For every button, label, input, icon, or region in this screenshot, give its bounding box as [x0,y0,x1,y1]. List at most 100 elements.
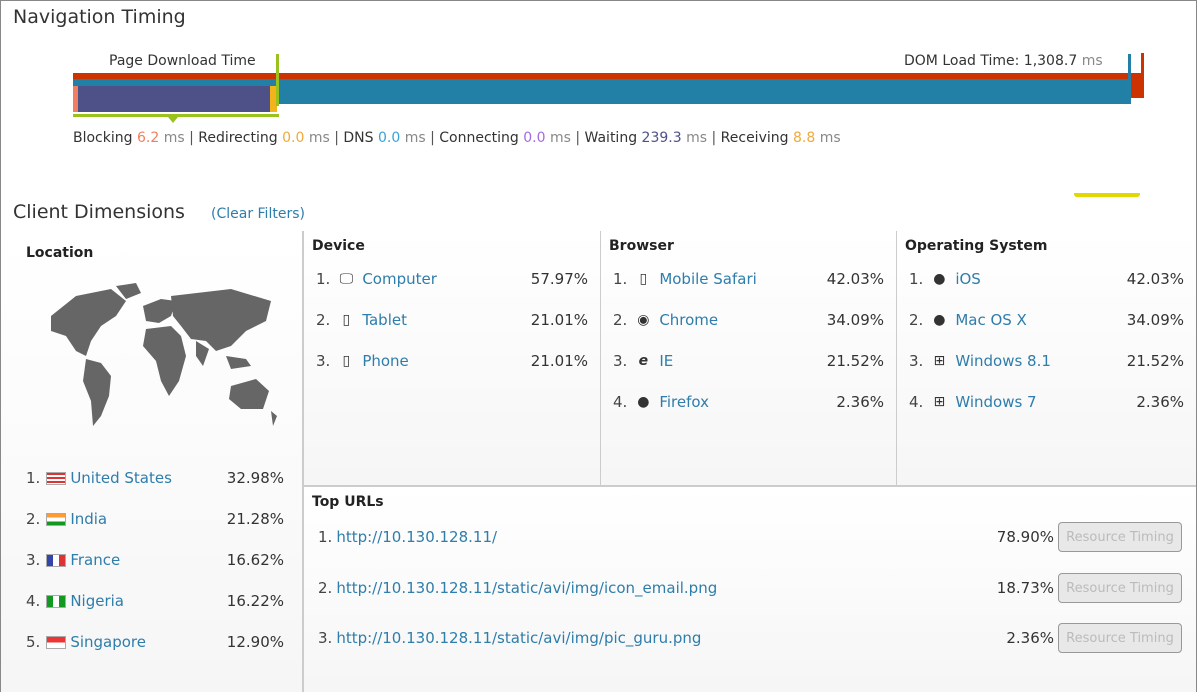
rank: 1. [318,528,333,546]
phase-label: Receiving [720,130,789,146]
top-urls-title: Top URLs [312,494,384,510]
percentage: 57.97% [530,270,588,288]
list-item[interactable]: 3. e IE 21.52% [613,350,884,372]
percentage: 16.62% [226,551,284,569]
percentage: 18.73% [996,579,1054,597]
list-item[interactable]: 2. ● Mac OS X 34.09% [909,309,1184,331]
list-item[interactable]: 4. ● Firefox 2.36% [613,391,884,413]
rank: 3. [318,629,333,647]
chrome-icon: ◉ [637,312,650,328]
dom-marker-red [1141,53,1144,98]
percentage: 16.22% [226,592,284,610]
timing-breakdown: Blocking 6.2 ms | Redirecting 0.0 ms | D… [73,130,841,146]
phase-label: Redirecting [198,130,278,146]
os-link[interactable]: iOS [955,270,981,288]
france-flag-icon [46,553,67,567]
tablet-icon: ▯ [342,312,351,328]
phase-label: Connecting [439,130,519,146]
os-link[interactable]: Windows 8.1 [955,352,1051,370]
nigeria-flag-icon [46,594,67,608]
rank: 1. [316,270,331,288]
phase-unit: ms [404,130,426,146]
client-dimensions-title: Client Dimensions [13,201,185,223]
browser-link[interactable]: Firefox [659,393,709,411]
rank: 4. [613,393,628,411]
os-link[interactable]: Windows 7 [955,393,1036,411]
percentage: 32.98% [226,469,284,487]
list-item[interactable]: 1. 🖵 Computer 57.97% [316,268,588,290]
nav-timing-title: Navigation Timing [13,6,186,28]
resource-timing-button[interactable]: Resource Timing [1058,522,1182,552]
list-item[interactable]: 3. ⊞ Windows 8.1 21.52% [909,350,1184,372]
percentage: 2.36% [1006,629,1054,647]
list-item[interactable]: 1. ● iOS 42.03% [909,268,1184,290]
list-item[interactable]: 1. United States 32.98% [26,467,284,489]
percentage: 78.90% [996,528,1054,546]
phase-unit: ms [686,130,708,146]
browser-link[interactable]: IE [659,352,673,370]
download-marker [276,54,279,106]
ie-icon: e [638,353,649,369]
location-link[interactable]: United States [70,469,172,487]
percentage: 34.09% [826,311,884,329]
list-item[interactable]: 2. ▯ Tablet 21.01% [316,309,588,331]
waiting-bar[interactable] [78,86,270,112]
apple-icon: ● [933,271,946,287]
us-flag-icon [46,471,67,485]
list-item[interactable]: 2. India 21.28% [26,508,284,530]
browser-link[interactable]: Chrome [659,311,718,329]
rank: 3. [909,352,924,370]
list-item[interactable]: 3. France 16.62% [26,549,284,571]
rank: 5. [26,633,41,651]
rank: 3. [26,551,41,569]
browser-panel: Browser 1. ▯ Mobile Safari 42.03% 2. ◉ Chrome… [601,231,897,486]
windows-icon: ⊞ [933,394,946,410]
phase-value: 239.3 [641,130,682,146]
percentage: 21.01% [530,311,588,329]
url-row[interactable]: 1. http://10.130.128.11/78.90% Resource Ti… [318,521,1182,553]
percentage: 2.36% [1136,393,1184,411]
list-item[interactable]: 4. Nigeria 16.22% [26,590,284,612]
os-link[interactable]: Mac OS X [955,311,1027,329]
os-title: Operating System [905,238,1048,254]
page-download-label: Page Download Time [109,53,256,69]
device-link[interactable]: Tablet [362,311,407,329]
browser-link[interactable]: Mobile Safari [659,270,757,288]
phase-label: Blocking [73,130,133,146]
percentage: 42.03% [1126,270,1184,288]
url-link[interactable]: http://10.130.128.11/static/avi/img/pic_… [336,629,701,647]
list-item[interactable]: 1. ▯ Mobile Safari 42.03% [613,268,884,290]
dom-marker-blue [1128,54,1131,104]
list-item[interactable]: 3. ▯ Phone 21.01% [316,350,588,372]
device-link[interactable]: Computer [362,270,437,288]
phase-value: 8.8 [792,130,816,146]
resource-timing-button[interactable]: Resource Timing [1058,573,1182,603]
rank: 2. [613,311,628,329]
clear-filters-link[interactable]: (Clear Filters) [211,206,305,222]
url-row[interactable]: 3. http://10.130.128.11/static/avi/img/pi… [318,622,1182,654]
resource-timing-button[interactable]: Resource Timing [1058,623,1182,653]
location-link[interactable]: France [70,551,120,569]
list-item[interactable]: 5. Singapore 12.90% [26,631,284,653]
location-link[interactable]: India [70,510,107,528]
windows-icon: ⊞ [933,353,946,369]
url-row[interactable]: 2. http://10.130.128.11/static/avi/img/ic… [318,572,1182,604]
percentage: 34.09% [1126,311,1184,329]
phase-value: 0.0 [377,130,401,146]
rank: 2. [318,579,333,597]
list-item[interactable]: 2. ◉ Chrome 34.09% [613,309,884,331]
phone-icon: ▯ [342,353,351,369]
location-link[interactable]: Singapore [70,633,146,651]
location-link[interactable]: Nigeria [70,592,124,610]
rank: 1. [613,270,628,288]
device-link[interactable]: Phone [362,352,408,370]
dom-load-value: DOM Load Time: 1,308.7 [904,53,1078,69]
url-link[interactable]: http://10.130.128.11/static/avi/img/icon… [336,579,717,597]
device-panel: Device 1. 🖵 Computer 57.97% 2. ▯ Tablet 21.01%… [303,231,601,486]
india-flag-icon [46,512,67,526]
device-title: Device [312,238,365,254]
url-link[interactable]: http://10.130.128.11/ [336,528,497,546]
list-item[interactable]: 4. ⊞ Windows 7 2.36% [909,391,1184,413]
rank: 2. [316,311,331,329]
world-map[interactable] [31,281,281,441]
